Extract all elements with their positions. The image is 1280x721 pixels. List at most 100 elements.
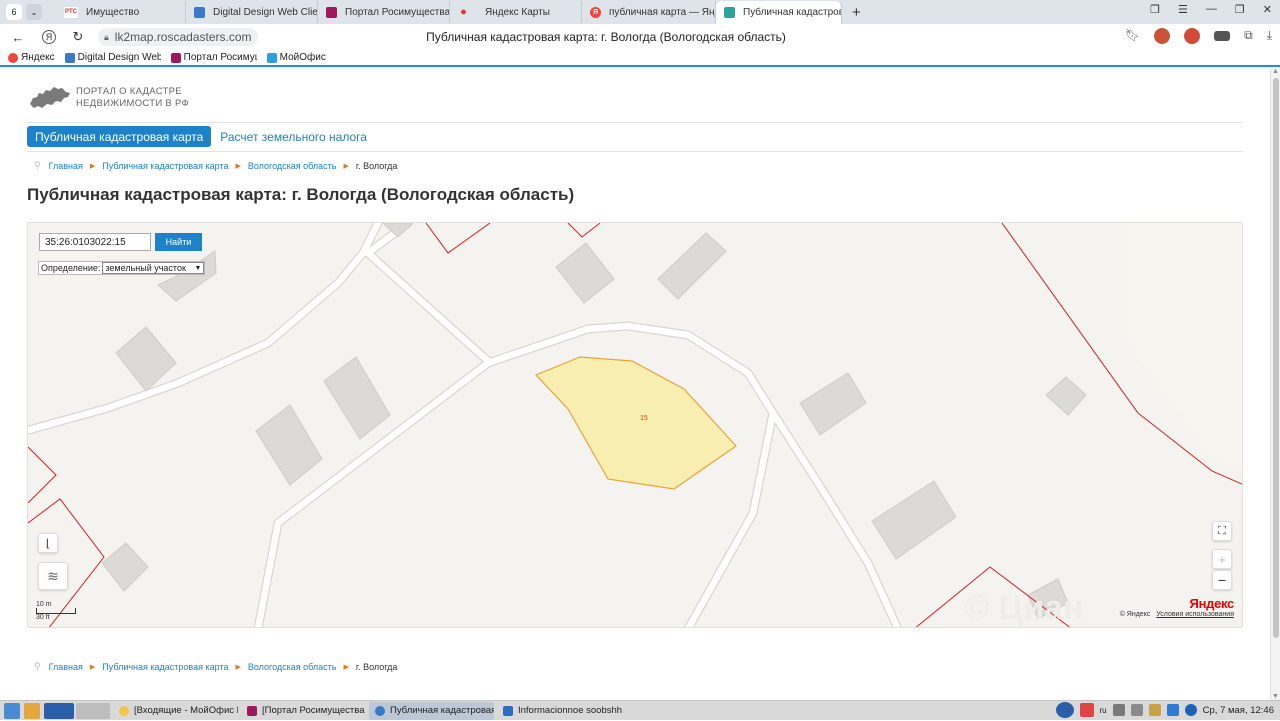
yandex-icon: Я [590,6,601,18]
scrollbar-thumb[interactable] [1273,78,1279,638]
quick-launch [0,701,110,721]
chevron-right-icon: ▶ [89,663,96,671]
dd-icon [64,52,75,63]
bookmark-myoffice[interactable]: МойОфис [266,52,326,63]
chevron-right-icon: ▶ [235,162,241,170]
myoffice-icon [266,52,277,63]
extension-icon[interactable] [1184,28,1201,44]
map-canvas[interactable]: 15 © Циан [28,223,1243,628]
desktop-icon[interactable] [4,702,20,719]
system-tray: ru Ср, 7 мая, 12:46 [1055,702,1274,718]
breadcrumb-current: г. Вологда [355,160,398,171]
yandex-icon[interactable] [1055,702,1074,718]
extension-icon[interactable] [1214,31,1231,41]
tab-label: Публичная кадастровая [743,7,841,18]
dd-icon [194,6,205,18]
page-heading: Публичная кадастровая карта: г. Вологда … [27,185,575,204]
fullscreen-button[interactable]: ⛶ [1212,521,1232,541]
tab-digital-design[interactable]: Digital Design Web Client [186,1,318,23]
definition-select[interactable]: земельный участок ▼ [102,262,205,274]
taskbar-item-cadastre[interactable]: Публичная кадастровая ... [369,701,494,720]
search-row: Найти [39,233,202,251]
cadastral-number-input[interactable] [39,233,151,251]
tab-yandex-maps[interactable]: ● Яндекс Карты [450,1,582,23]
bookmark-icon[interactable]: 🔖︎ [1125,28,1140,44]
page-scrollbar[interactable]: ▲ ▼ [1270,68,1280,700]
terms-link[interactable]: Условия использования [1156,611,1234,618]
download-icon[interactable]: ⤓ [1267,28,1272,44]
menu-icon[interactable]: ☰ [1178,3,1188,16]
map-scale: 10 m 30 ft [36,601,76,621]
breadcrumb-home[interactable]: Главная [49,662,83,672]
breadcrumb-cadastral-map[interactable]: Публичная кадастровая карта [102,161,228,171]
app-tray-icon[interactable] [1166,704,1179,716]
tab-cadastre-active[interactable]: Публичная кадастровая ✕ [716,1,842,24]
bookmark-digital-design[interactable]: Digital Design Web [64,52,161,63]
address-bar: ← Я ↻ 🔒︎ lk2map.roscadasters.com Публичн… [0,24,1280,50]
selected-parcel[interactable] [534,356,737,490]
bookmark-rosim[interactable]: Портал Росимущества [170,52,257,63]
site-nav: Публичная кадастровая карта Расчет земел… [27,126,367,147]
os-taskbar: [Входящие - МойОфис П... [Портал Росимущ… [0,700,1280,720]
taskbar-item-document[interactable]: Informacionnoe soobshhe... [497,702,622,720]
chevron-right-icon: ▶ [343,663,349,671]
tab-rosim[interactable]: Портал Росимущества [318,1,450,23]
restore-icon[interactable]: ❐ [1235,3,1245,16]
browser-tab-bar: 6 ⌄ РТС Имущество Digital Design Web Cli… [0,0,1280,24]
file-manager-icon[interactable] [24,702,40,719]
close-window-icon[interactable]: ✕ [1263,3,1272,16]
tabs-menu-button[interactable]: ⌄ [26,4,42,20]
network-icon[interactable] [1112,704,1125,716]
sidebar-icon[interactable]: ⧉ [1244,28,1253,44]
layers-button[interactable]: ≋ [38,562,68,590]
cadastral-map[interactable]: 15 © Циан Найти Определение: земельный у… [27,222,1243,628]
breadcrumb-home[interactable]: Главная [49,161,83,171]
breadcrumb-cadastral-map[interactable]: Публичная кадастровая карта [102,662,228,672]
minimize-icon[interactable]: — [1206,3,1217,16]
ruler-icon: ⌊ [45,537,51,550]
breadcrumb: ⚲ Главная ▶ Публичная кадастровая карта … [34,160,397,171]
taskbar-item-mail[interactable]: [Входящие - МойОфис П... [113,702,238,720]
window-controls: ❐ ☰ — ❐ ✕ [1150,3,1272,16]
chevron-right-icon: ▶ [89,162,96,170]
site-logo[interactable]: ПОРТАЛ О КАДАСТРЕ НЕДВИЖИМОСТИ В РФ [28,84,189,112]
ruler-button[interactable]: ⌊ [38,533,58,553]
zoom-in-button[interactable]: + [1212,549,1232,569]
parcel-label: 15 [640,415,648,422]
clock[interactable]: Ср, 7 мая, 12:46 [1203,705,1274,716]
tab-label: публичная карта — Яндекс [609,6,715,18]
nav-cadastral-map[interactable]: Публичная кадастровая карта [27,126,212,147]
scroll-down-icon[interactable]: ▼ [1272,693,1279,700]
tab-imushchestvo[interactable]: РТС Имущество [56,1,186,23]
rosim-icon [170,52,181,63]
divider [27,122,1243,123]
toolbar-icons: 🔖︎ ⧉ ⤓ [1125,28,1272,44]
zoom-out-button[interactable]: − [1212,570,1232,590]
cadastre-icon [724,7,735,18]
breadcrumb-region[interactable]: Вологодская область [248,161,337,171]
language-indicator[interactable]: ru [1100,706,1107,715]
bookmark-yandex[interactable]: Яндекс [8,52,55,63]
yandex-browser-icon[interactable] [44,702,74,719]
collections-icon[interactable]: ❐ [1150,3,1160,16]
scroll-up-icon[interactable]: ▲ [1272,68,1279,75]
definition-row: Определение: земельный участок ▼ [38,261,206,275]
breadcrumb-bottom: ⚲ Главная ▶ Публичная кадастровая карта … [34,661,397,672]
extension-icon[interactable] [1154,28,1171,44]
russia-map-icon [30,87,70,108]
new-tab-button[interactable]: + [852,4,861,21]
breadcrumb-region[interactable]: Вологодская область [248,662,337,672]
hp-icon[interactable] [1184,704,1197,716]
clipboard-icon[interactable] [1148,704,1161,716]
roads [28,223,901,627]
tab-counter[interactable]: 6 [6,4,22,20]
tab-yandex-search[interactable]: Я публичная карта — Яндекс [582,1,716,23]
nav-land-tax[interactable]: Расчет земельного налога [220,130,367,144]
bookmarks-bar: Яндекс Digital Design Web Портал Росимущ… [0,50,1280,67]
taskbar-item-rosim[interactable]: [Портал Росимущества - ... [241,702,366,720]
find-button[interactable]: Найти [155,233,202,251]
volume-icon[interactable] [1130,704,1143,716]
chevron-down-icon: ▼ [194,264,202,272]
yandex-disk-icon[interactable] [1079,703,1094,717]
definition-label: Определение: [41,263,101,273]
